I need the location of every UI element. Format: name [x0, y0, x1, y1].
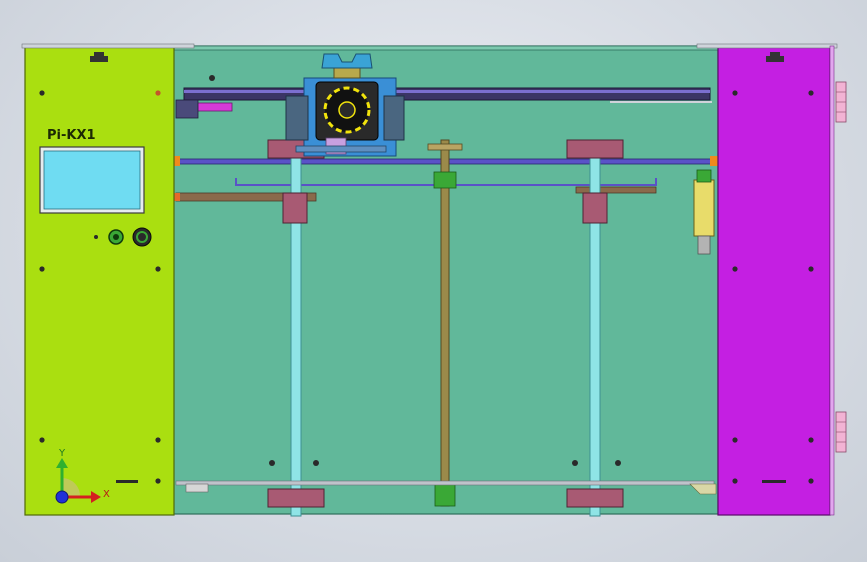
right-side-panel — [717, 45, 831, 516]
bed-arm-right — [575, 186, 657, 194]
left-side-panel — [24, 45, 175, 516]
y-axis-label: Y — [58, 448, 66, 459]
top-frame-bar — [171, 45, 719, 51]
left-endstop-block — [175, 99, 199, 119]
right-endstop-switch — [693, 179, 715, 237]
hinge-bottom — [835, 411, 847, 453]
rod-clamp-top-right — [566, 139, 624, 159]
bottom-frame-rail — [175, 480, 715, 486]
right-panel-slot — [762, 480, 786, 483]
left-panel-top-lip — [21, 43, 195, 49]
right-panel-top-lip — [696, 43, 838, 49]
bearing-left — [282, 192, 308, 224]
bearing-right — [582, 192, 608, 224]
left-panel-slot — [116, 480, 138, 483]
x-axis-label: X — [103, 489, 110, 500]
printer-cad-drawing: Pi-KX1 Y X — [21, 43, 847, 517]
hinge-top — [835, 81, 847, 123]
model-label: Pi-KX1 — [47, 128, 96, 143]
lead-screw-coupler-bottom — [434, 483, 456, 507]
control-knob-center — [113, 234, 119, 240]
extruder-side-right — [383, 95, 405, 141]
top-gantry-rail — [183, 87, 711, 101]
right-endstop-connector — [696, 169, 712, 183]
lead-screw — [440, 139, 450, 507]
rod-clamp-bottom-right — [566, 488, 624, 508]
bottom-cable-tab — [185, 483, 209, 493]
rod-clamp-bottom-left — [267, 488, 325, 508]
status-dot — [94, 235, 98, 239]
right-panel-edge — [829, 45, 835, 516]
lcd-screen — [43, 150, 141, 210]
right-endstop-wire — [697, 235, 711, 255]
x-rail-upper-endcap-right — [710, 156, 718, 166]
extruder-side-left — [285, 95, 309, 141]
fan-hub — [338, 101, 356, 119]
power-button — [132, 227, 152, 247]
z-axis-dot — [55, 490, 69, 504]
lead-screw-coupler-mid — [433, 171, 457, 189]
extruder-mount-plate — [295, 145, 387, 153]
lead-screw-nut-top — [427, 143, 463, 151]
cable-bracket — [195, 102, 233, 112]
top-gantry-rail-highlight — [184, 90, 710, 93]
